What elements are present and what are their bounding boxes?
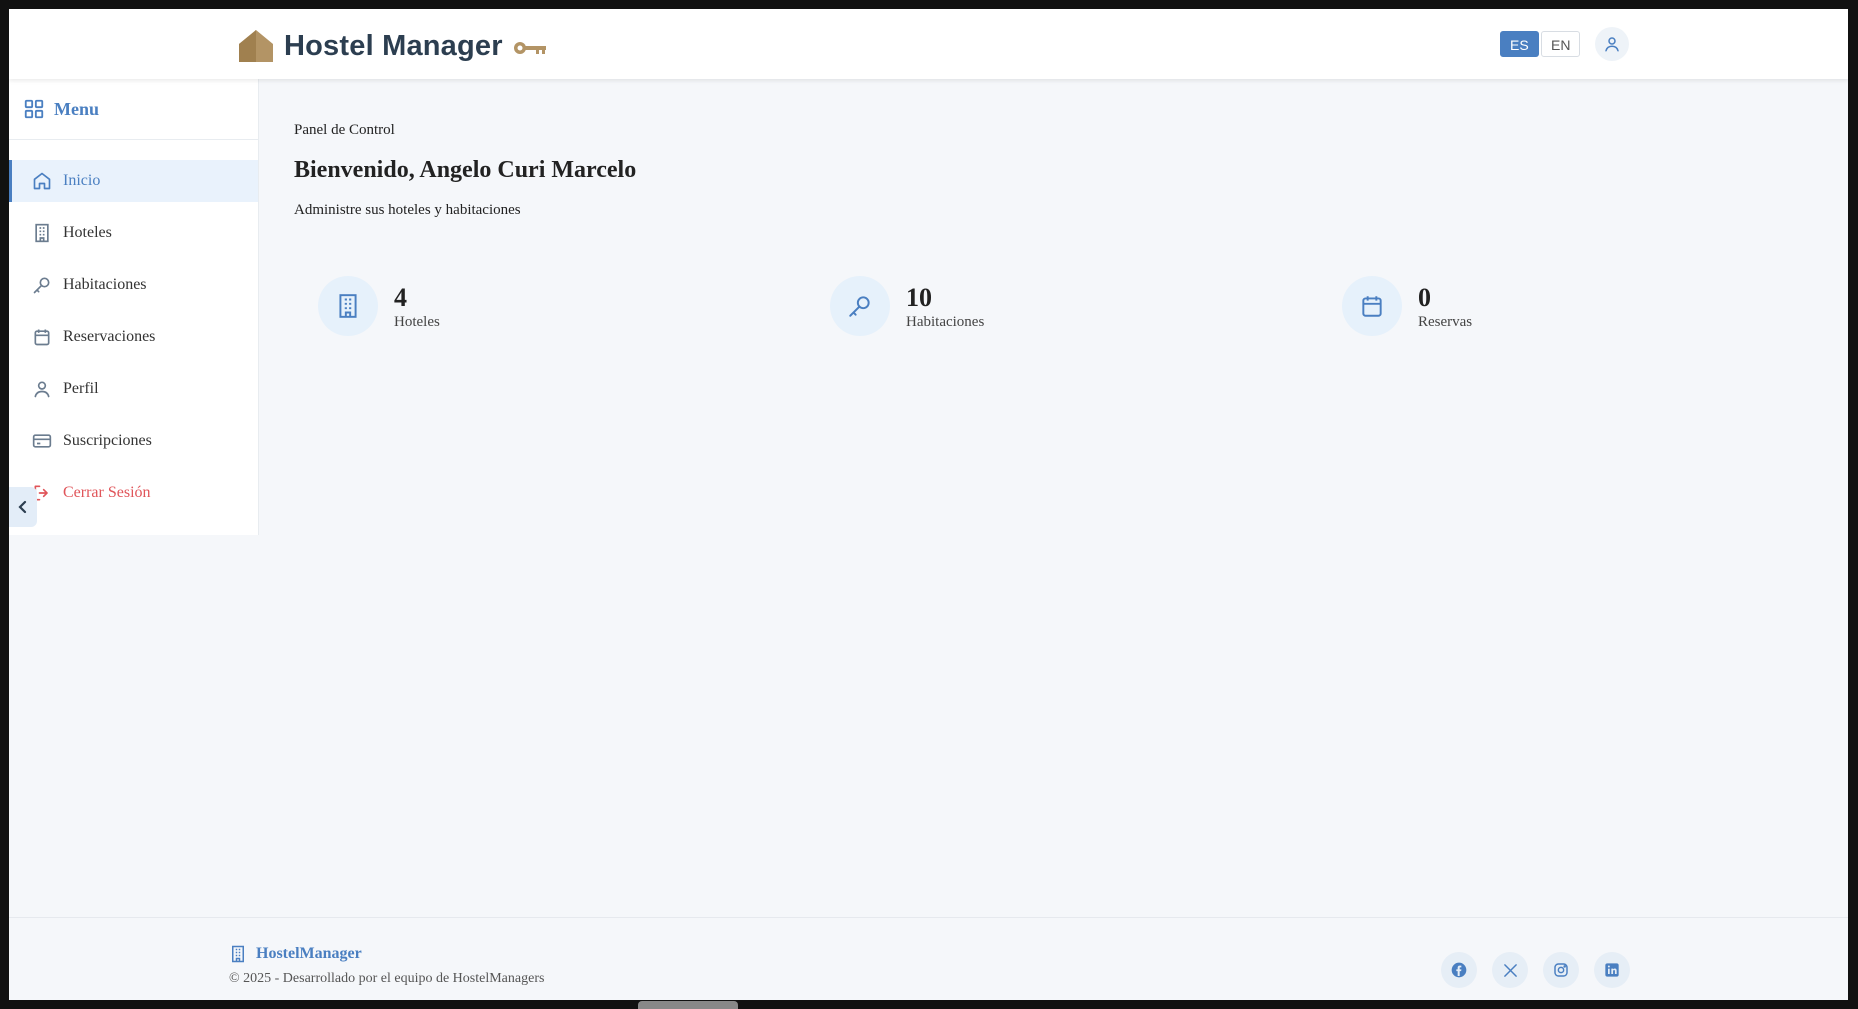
footer: HostelManager © 2025 - Desarrollado por …	[9, 917, 1848, 1000]
stat-label: Reservas	[1418, 313, 1473, 330]
x-link[interactable]	[1492, 952, 1528, 988]
main-content: Panel de Control Bienvenido, Angelo Curi…	[294, 122, 636, 219]
page-subtitle: Administre sus hoteles y habitaciones	[294, 202, 521, 218]
user-icon	[34, 381, 50, 398]
top-header: Hostel Manager ES EN	[9, 9, 1848, 79]
menu-title: Menu	[54, 98, 99, 119]
app-title: Hostel Manager	[284, 29, 503, 62]
x-icon	[1503, 963, 1517, 977]
credit-card-icon	[32, 434, 52, 448]
language-es-button[interactable]: ES	[1500, 31, 1539, 57]
sidebar-item-label: Habitaciones	[63, 276, 147, 293]
sidebar-item-reservaciones[interactable]: Reservaciones	[9, 316, 258, 358]
sidebar-item-suscripciones[interactable]: Suscripciones	[9, 420, 258, 462]
user-icon	[1605, 37, 1619, 52]
sidebar-nav: Inicio Hoteles Habitaciones Reservacione…	[9, 140, 258, 514]
sidebar-item-label: Cerrar Sesión	[63, 484, 151, 501]
language-en-button[interactable]: EN	[1541, 31, 1581, 57]
stat-card-habitaciones: 10 Habitaciones	[830, 276, 984, 336]
sidebar-item-hoteles[interactable]: Hoteles	[9, 212, 258, 254]
sidebar-item-label: Inicio	[63, 172, 101, 189]
chevron-left-icon	[18, 500, 27, 514]
grid-icon	[24, 99, 44, 119]
menu-header: Menu	[9, 79, 258, 140]
breadcrumb: Panel de Control	[294, 122, 395, 138]
sidebar: Menu Inicio Hoteles Habitaciones Reserva…	[9, 79, 259, 535]
footer-copyright: © 2025 - Desarrollado por el equipo de H…	[229, 971, 545, 986]
facebook-link[interactable]	[1441, 952, 1477, 988]
key-icon	[513, 42, 546, 54]
home-icon	[33, 172, 51, 190]
calendar-icon	[1362, 296, 1382, 317]
linkedin-icon	[1605, 963, 1619, 977]
sidebar-item-label: Reservaciones	[63, 328, 156, 345]
building-icon	[232, 945, 244, 963]
sidebar-item-inicio[interactable]: Inicio	[9, 160, 258, 202]
key-icon	[33, 277, 50, 294]
building-icon	[35, 223, 49, 243]
sidebar-item-logout[interactable]: Cerrar Sesión	[9, 472, 258, 514]
app-logo[interactable]: Hostel Manager	[238, 29, 547, 63]
building-icon	[339, 294, 357, 318]
stat-value: 0	[1418, 282, 1431, 312]
horizontal-scrollbar[interactable]	[638, 1001, 738, 1009]
stat-card-hoteles: 4 Hoteles	[318, 276, 440, 336]
facebook-icon	[1451, 962, 1467, 978]
sidebar-item-perfil[interactable]: Perfil	[9, 368, 258, 410]
stat-value: 4	[394, 282, 407, 312]
footer-brand: HostelManager	[229, 944, 362, 964]
sidebar-collapse-button[interactable]	[9, 487, 37, 527]
stat-card-reservas: 0 Reservas	[1342, 276, 1472, 336]
calendar-icon	[34, 329, 50, 346]
house-icon	[239, 30, 273, 62]
instagram-icon	[1554, 963, 1568, 977]
stat-label: Hoteles	[394, 313, 440, 330]
app-window: Hostel Manager ES EN Menu Inicio Hoteles…	[9, 9, 1848, 1000]
stat-icon-circle	[1342, 276, 1402, 336]
key-icon	[849, 296, 870, 317]
page-title: Bienvenido, Angelo Curi Marcelo	[294, 157, 637, 183]
sidebar-item-label: Hoteles	[63, 224, 112, 241]
sidebar-item-habitaciones[interactable]: Habitaciones	[9, 264, 258, 306]
instagram-link[interactable]	[1543, 952, 1579, 988]
sidebar-item-label: Suscripciones	[63, 432, 152, 449]
stat-icon-circle	[830, 276, 890, 336]
stat-value: 10	[906, 282, 932, 312]
footer-brand-name: HostelManager	[256, 945, 362, 962]
sidebar-item-label: Perfil	[63, 380, 99, 397]
linkedin-link[interactable]	[1594, 952, 1630, 988]
stat-icon-circle	[318, 276, 378, 336]
stat-label: Habitaciones	[906, 313, 985, 330]
user-menu-button[interactable]	[1595, 27, 1629, 61]
